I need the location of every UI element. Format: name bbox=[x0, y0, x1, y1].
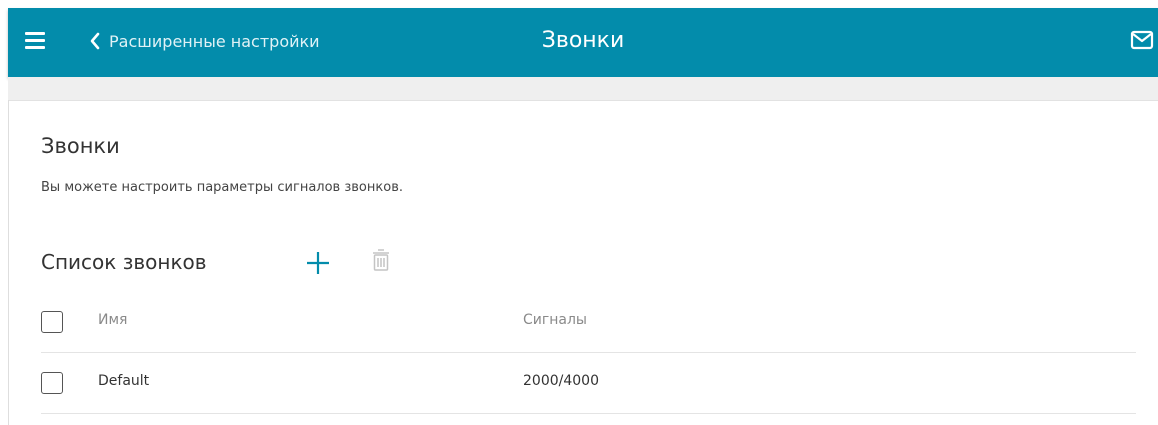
mail-icon[interactable] bbox=[1130, 30, 1154, 54]
table-header-row: Имя Сигналы bbox=[41, 292, 1136, 353]
chevron-left-icon bbox=[90, 32, 100, 50]
select-all-checkbox[interactable] bbox=[41, 311, 63, 333]
header-shadow-strip bbox=[8, 77, 1158, 101]
plus-icon bbox=[307, 252, 329, 274]
calls-table: Имя Сигналы Default 2000/4000 bbox=[41, 292, 1136, 414]
column-header-signals: Сигналы bbox=[523, 312, 587, 328]
delete-button[interactable] bbox=[372, 247, 390, 277]
back-link-label: Расширенные настройки bbox=[109, 31, 320, 51]
row-checkbox[interactable] bbox=[41, 372, 63, 394]
section-title: Звонки bbox=[41, 134, 120, 158]
row-signals-cell: 2000/4000 bbox=[523, 373, 599, 389]
back-link[interactable]: Расширенные настройки bbox=[89, 26, 320, 56]
add-button[interactable] bbox=[305, 250, 331, 280]
content-left-border bbox=[8, 100, 9, 425]
section-description: Вы можете настроить параметры сигналов з… bbox=[41, 180, 403, 195]
hamburger-menu-icon[interactable] bbox=[25, 32, 45, 50]
trash-icon bbox=[373, 249, 389, 271]
column-header-name: Имя bbox=[98, 312, 128, 328]
row-name-cell: Default bbox=[98, 373, 150, 389]
list-title: Список звонков bbox=[41, 250, 207, 274]
top-header: Расширенные настройки Звонки bbox=[8, 8, 1158, 77]
table-row[interactable]: Default 2000/4000 bbox=[41, 353, 1136, 414]
